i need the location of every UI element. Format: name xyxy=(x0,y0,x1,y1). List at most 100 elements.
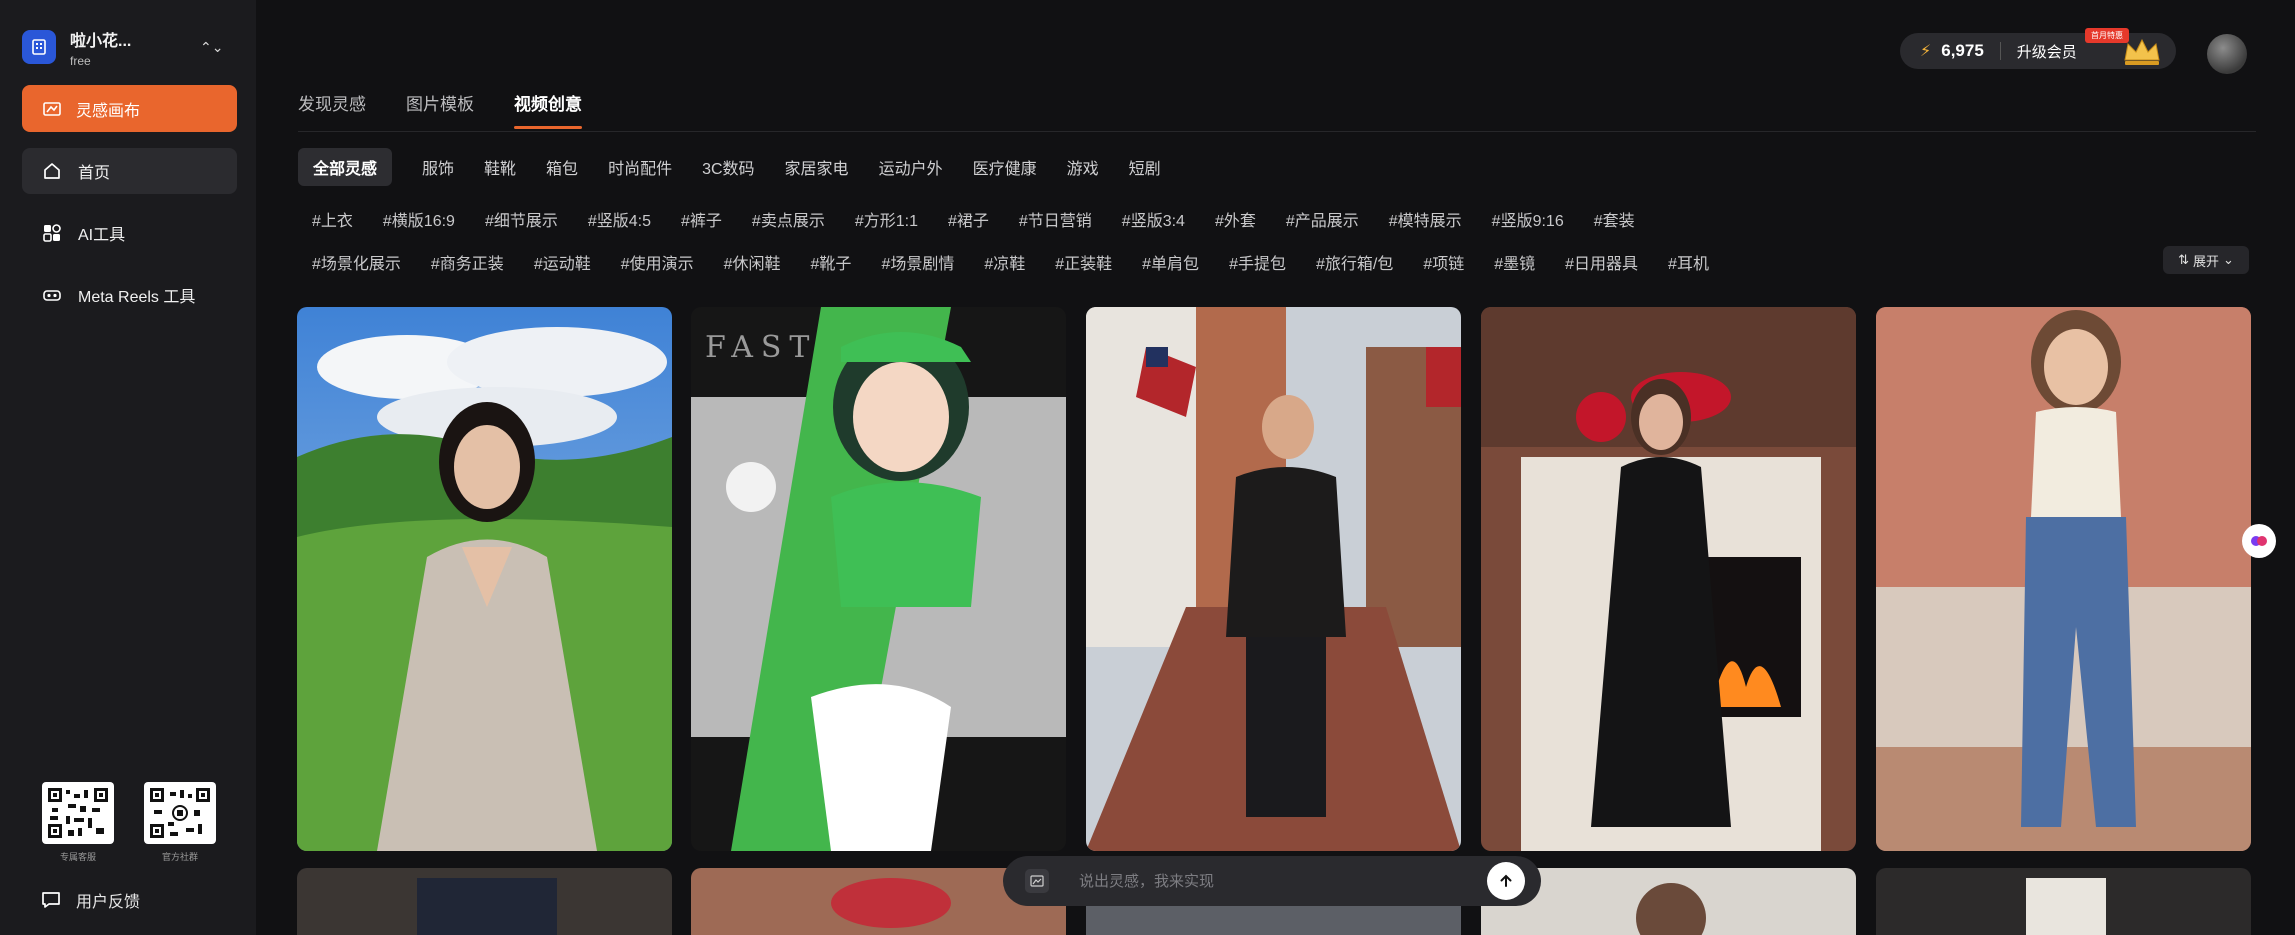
tag[interactable]: #场景化展示 xyxy=(312,250,401,274)
sidebar-item-home[interactable]: 首页 xyxy=(22,148,237,194)
canvas-icon xyxy=(43,101,61,116)
main-tabs: 发现灵感 图片模板 视频创意 xyxy=(298,90,622,129)
filter-icon: ⇅ xyxy=(2178,252,2189,267)
sidebar-item-label: 首页 xyxy=(78,165,111,182)
category-all[interactable]: 全部灵感 xyxy=(298,148,393,186)
account-name: 啦小花... xyxy=(70,32,132,50)
inspiration-canvas-button[interactable]: 灵感画布 xyxy=(22,85,237,132)
send-button[interactable] xyxy=(1487,862,1525,900)
tag-row-2: #场景化展示 #商务正装 #运动鞋 #使用演示 #休闲鞋 #靴子 #场景剧情 #… xyxy=(312,250,1739,274)
card-image xyxy=(297,868,672,935)
sidebar: 啦小花... free ⌃⌄ 灵感画布 首页 AI工具 Meta Reels 工… xyxy=(0,0,256,935)
tab-video-ideas[interactable]: 视频创意 xyxy=(514,90,582,129)
tag[interactable]: #日用器具 xyxy=(1565,250,1638,274)
gallery-card[interactable] xyxy=(297,868,672,935)
tag[interactable]: #竖版3:4 xyxy=(1122,207,1185,231)
category-short-drama[interactable]: 短剧 xyxy=(1129,148,1161,186)
qr-customer-service: 专属客服 xyxy=(42,782,114,863)
tag[interactable]: #凉鞋 xyxy=(984,250,1025,274)
tag[interactable]: #竖版4:5 xyxy=(588,207,651,231)
chevron-down-icon: ⌄ xyxy=(2223,252,2234,267)
tag[interactable]: #项链 xyxy=(1423,250,1464,274)
tag[interactable]: #竖版9:16 xyxy=(1492,207,1564,231)
tag[interactable]: #方形1:1 xyxy=(855,207,918,231)
tag[interactable]: #裤子 xyxy=(681,207,722,231)
tag[interactable]: #外套 xyxy=(1215,207,1256,231)
tag[interactable]: #场景剧情 xyxy=(881,250,954,274)
building-icon xyxy=(22,30,56,64)
card-image-woman-field xyxy=(297,307,672,851)
gallery-card[interactable] xyxy=(297,307,672,851)
tag-row-1: #上衣 #横版16:9 #细节展示 #竖版4:5 #裤子 #卖点展示 #方形1:… xyxy=(312,207,1665,231)
gallery-card[interactable]: FAST W D xyxy=(691,307,1066,851)
qr-caption: 官方社群 xyxy=(161,852,198,862)
tag[interactable]: #运动鞋 xyxy=(534,250,591,274)
tag[interactable]: #休闲鞋 xyxy=(724,250,781,274)
expand-label: 展开 xyxy=(2192,253,2219,269)
assistant-floating-button[interactable] xyxy=(2242,524,2276,558)
tag[interactable]: #卖点展示 xyxy=(752,207,825,231)
category-health[interactable]: 医疗健康 xyxy=(973,148,1037,186)
tab-image-templates[interactable]: 图片模板 xyxy=(406,90,474,129)
feedback-link[interactable]: 用户反馈 xyxy=(40,888,140,912)
tag[interactable]: #裙子 xyxy=(948,207,989,231)
divider xyxy=(1999,42,2001,60)
prompt-bar xyxy=(1003,856,1541,906)
category-3c-digital[interactable]: 3C数码 xyxy=(702,148,754,186)
gallery-card[interactable] xyxy=(1876,307,2251,851)
tag[interactable]: #套装 xyxy=(1594,207,1635,231)
tag[interactable]: #节日营销 xyxy=(1019,207,1092,231)
arrow-up-icon xyxy=(1500,874,1512,887)
category-shoes[interactable]: 鞋靴 xyxy=(484,148,516,186)
qr-code-icon xyxy=(144,782,216,844)
tag[interactable]: #单肩包 xyxy=(1142,250,1199,274)
sidebar-item-label: AI工具 xyxy=(78,227,126,244)
card-image-woman-jeans xyxy=(1876,307,2251,851)
image-upload-icon[interactable] xyxy=(1025,869,1049,893)
tag[interactable]: #商务正装 xyxy=(431,250,504,274)
tag[interactable]: #使用演示 xyxy=(621,250,694,274)
qr-code-icon xyxy=(42,782,114,844)
gallery-card[interactable] xyxy=(1481,307,1856,851)
sidebar-item-meta-reels[interactable]: Meta Reels 工具 xyxy=(22,272,237,318)
category-home-appliances[interactable]: 家居家电 xyxy=(785,148,849,186)
tag[interactable]: #旅行箱/包 xyxy=(1316,250,1393,274)
category-apparel[interactable]: 服饰 xyxy=(422,148,454,186)
upgrade-membership-button[interactable]: 升级会员 xyxy=(2017,41,2077,62)
brain-icon xyxy=(2251,536,2267,546)
category-filter: 全部灵感 服饰 鞋靴 箱包 时尚配件 3C数码 家居家电 运动户外 医疗健康 游… xyxy=(298,148,1191,186)
tag[interactable]: #横版16:9 xyxy=(383,207,455,231)
tag[interactable]: #墨镜 xyxy=(1494,250,1535,274)
tag[interactable]: #细节展示 xyxy=(485,207,558,231)
tag[interactable]: #模特展示 xyxy=(1389,207,1462,231)
card-image-man-street xyxy=(1086,307,1461,851)
tag[interactable]: #耳机 xyxy=(1668,250,1709,274)
expand-tags-button[interactable]: ⇅ 展开 ⌄ xyxy=(2163,246,2249,274)
tab-discover[interactable]: 发现灵感 xyxy=(298,90,366,129)
vr-headset-icon xyxy=(43,290,61,301)
qr-caption: 专属客服 xyxy=(59,852,96,862)
tag[interactable]: #产品展示 xyxy=(1286,207,1359,231)
tag[interactable]: #靴子 xyxy=(811,250,852,274)
prompt-input[interactable] xyxy=(1079,872,1487,890)
gallery-card[interactable] xyxy=(1086,307,1461,851)
tag[interactable]: #手提包 xyxy=(1229,250,1286,274)
category-accessories[interactable]: 时尚配件 xyxy=(608,148,672,186)
user-avatar[interactable] xyxy=(2207,34,2247,74)
gallery-card[interactable] xyxy=(1876,868,2251,935)
chat-bubble-icon xyxy=(42,892,60,908)
account-plan: free xyxy=(70,53,91,68)
tag[interactable]: #正装鞋 xyxy=(1055,250,1112,274)
account-switcher[interactable]: 啦小花... free ⌃⌄ xyxy=(22,22,224,72)
home-icon xyxy=(44,163,60,179)
chevron-updown-icon: ⌃⌄ xyxy=(200,39,224,55)
canvas-button-label: 灵感画布 xyxy=(76,102,141,120)
sidebar-item-label: Meta Reels 工具 xyxy=(78,289,196,306)
apps-icon xyxy=(43,224,61,242)
category-games[interactable]: 游戏 xyxy=(1067,148,1099,186)
feedback-label: 用户反馈 xyxy=(76,894,141,911)
tag[interactable]: #上衣 xyxy=(312,207,353,231)
category-bags[interactable]: 箱包 xyxy=(546,148,578,186)
category-sports-outdoor[interactable]: 运动户外 xyxy=(879,148,943,186)
sidebar-item-ai-tools[interactable]: AI工具 xyxy=(22,210,237,256)
